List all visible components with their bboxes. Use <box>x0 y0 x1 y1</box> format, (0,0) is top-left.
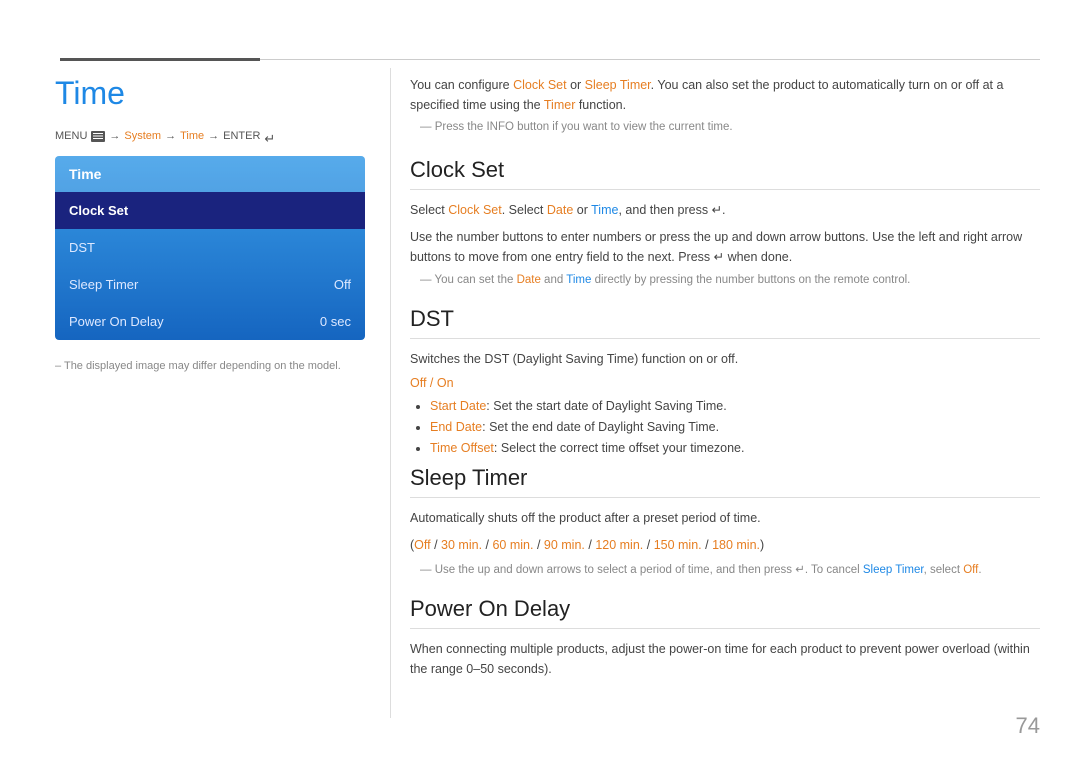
date-note-ref: Date <box>517 274 541 286</box>
date-ref: Date <box>547 203 573 217</box>
sleep-timer-ref: Sleep Timer <box>863 564 924 576</box>
menu-item-clock-set-label: Clock Set <box>69 203 128 218</box>
timer-highlight: Timer <box>544 98 575 112</box>
top-line-light <box>260 59 1040 60</box>
dst-bullet-start-date: Start Date: Set the start date of Daylig… <box>430 396 1040 417</box>
clock-set-body-2: Use the number buttons to enter numbers … <box>410 227 1040 268</box>
menu-item-power-on-delay[interactable]: Power On Delay 0 sec <box>55 303 365 340</box>
dst-bullet-list: Start Date: Set the start date of Daylig… <box>410 396 1040 460</box>
time-label: Time <box>180 130 204 142</box>
30min-option: 30 min. <box>441 538 482 552</box>
intro-text: You can configure Clock Set or Sleep Tim… <box>410 75 1040 115</box>
time-ref: Time <box>591 203 618 217</box>
150min-option: 150 min. <box>654 538 702 552</box>
menu-item-dst[interactable]: DST <box>55 229 365 266</box>
vertical-divider <box>390 68 391 718</box>
page-title: Time <box>55 75 365 112</box>
menu-item-power-on-delay-label: Power On Delay <box>69 314 164 329</box>
page-number: 74 <box>1016 713 1040 739</box>
left-note: – The displayed image may differ dependi… <box>55 360 365 372</box>
clock-set-note: You can set the Date and Time directly b… <box>410 274 1040 286</box>
arrow-1: → <box>109 130 120 142</box>
clock-set-ref: Clock Set <box>448 203 502 217</box>
right-panel: You can configure Clock Set or Sleep Tim… <box>410 75 1040 700</box>
menu-box: Time Clock Set DST Sleep Timer Off Power… <box>55 156 365 340</box>
time-offset-label: Time Offset <box>430 441 494 455</box>
end-date-label: End Date <box>430 420 482 434</box>
section-clock-set: Clock Set Select Clock Set. Select Date … <box>410 157 1040 286</box>
menu-label: MENU <box>55 130 87 142</box>
sleep-timer-highlight-intro: Sleep Timer <box>585 78 651 92</box>
sleep-timer-body: Automatically shuts off the product afte… <box>410 508 1040 529</box>
sleep-timer-title: Sleep Timer <box>410 465 1040 498</box>
enter-icon <box>264 131 278 142</box>
system-label: System <box>124 130 161 142</box>
section-dst: DST Switches the DST (Daylight Saving Ti… <box>410 306 1040 459</box>
power-on-delay-body: When connecting multiple products, adjus… <box>410 639 1040 680</box>
clock-set-highlight: Clock Set <box>513 78 567 92</box>
dst-status: Off / On <box>410 376 1040 390</box>
sleep-timer-note: Use the up and down arrows to select a p… <box>410 562 1040 576</box>
section-power-on-delay: Power On Delay When connecting multiple … <box>410 596 1040 680</box>
menu-item-clock-set[interactable]: Clock Set <box>55 192 365 229</box>
sleep-timer-options: (Off / 30 min. / 60 min. / 90 min. / 120… <box>410 535 1040 556</box>
menu-header: Time <box>55 156 365 192</box>
menu-icon <box>91 131 105 142</box>
menu-item-power-on-delay-value: 0 sec <box>320 314 351 329</box>
section-sleep-timer: Sleep Timer Automatically shuts off the … <box>410 465 1040 575</box>
arrow-2: → <box>165 130 176 142</box>
dst-bullet-time-offset: Time Offset: Select the correct time off… <box>430 438 1040 459</box>
clock-set-body-1: Select Clock Set. Select Date or Time, a… <box>410 200 1040 221</box>
dst-bullet-end-date: End Date: Set the end date of Daylight S… <box>430 417 1040 438</box>
60min-option: 60 min. <box>492 538 533 552</box>
off-option: Off <box>414 538 430 552</box>
120min-option: 120 min. <box>595 538 643 552</box>
power-on-delay-title: Power On Delay <box>410 596 1040 629</box>
menu-item-sleep-timer-value: Off <box>334 277 351 292</box>
top-line-dark <box>60 58 260 61</box>
time-note-ref: Time <box>566 274 591 286</box>
menu-item-sleep-timer[interactable]: Sleep Timer Off <box>55 266 365 303</box>
arrow-3: → <box>208 130 219 142</box>
90min-option: 90 min. <box>544 538 585 552</box>
dst-body: Switches the DST (Daylight Saving Time) … <box>410 349 1040 370</box>
start-date-label: Start Date <box>430 399 486 413</box>
menu-path: MENU → System → Time → ENTER <box>55 130 365 142</box>
menu-item-sleep-timer-label: Sleep Timer <box>69 277 138 292</box>
off-ref: Off <box>963 564 978 576</box>
intro-note: Press the INFO button if you want to vie… <box>410 121 1040 133</box>
left-panel: Time MENU → System → Time → ENTER Time C… <box>55 75 365 372</box>
top-decorative-lines <box>0 58 1080 61</box>
clock-set-title: Clock Set <box>410 157 1040 190</box>
180min-option: 180 min. <box>712 538 760 552</box>
menu-item-dst-label: DST <box>69 240 95 255</box>
dst-title: DST <box>410 306 1040 339</box>
enter-label: ENTER <box>223 130 260 142</box>
